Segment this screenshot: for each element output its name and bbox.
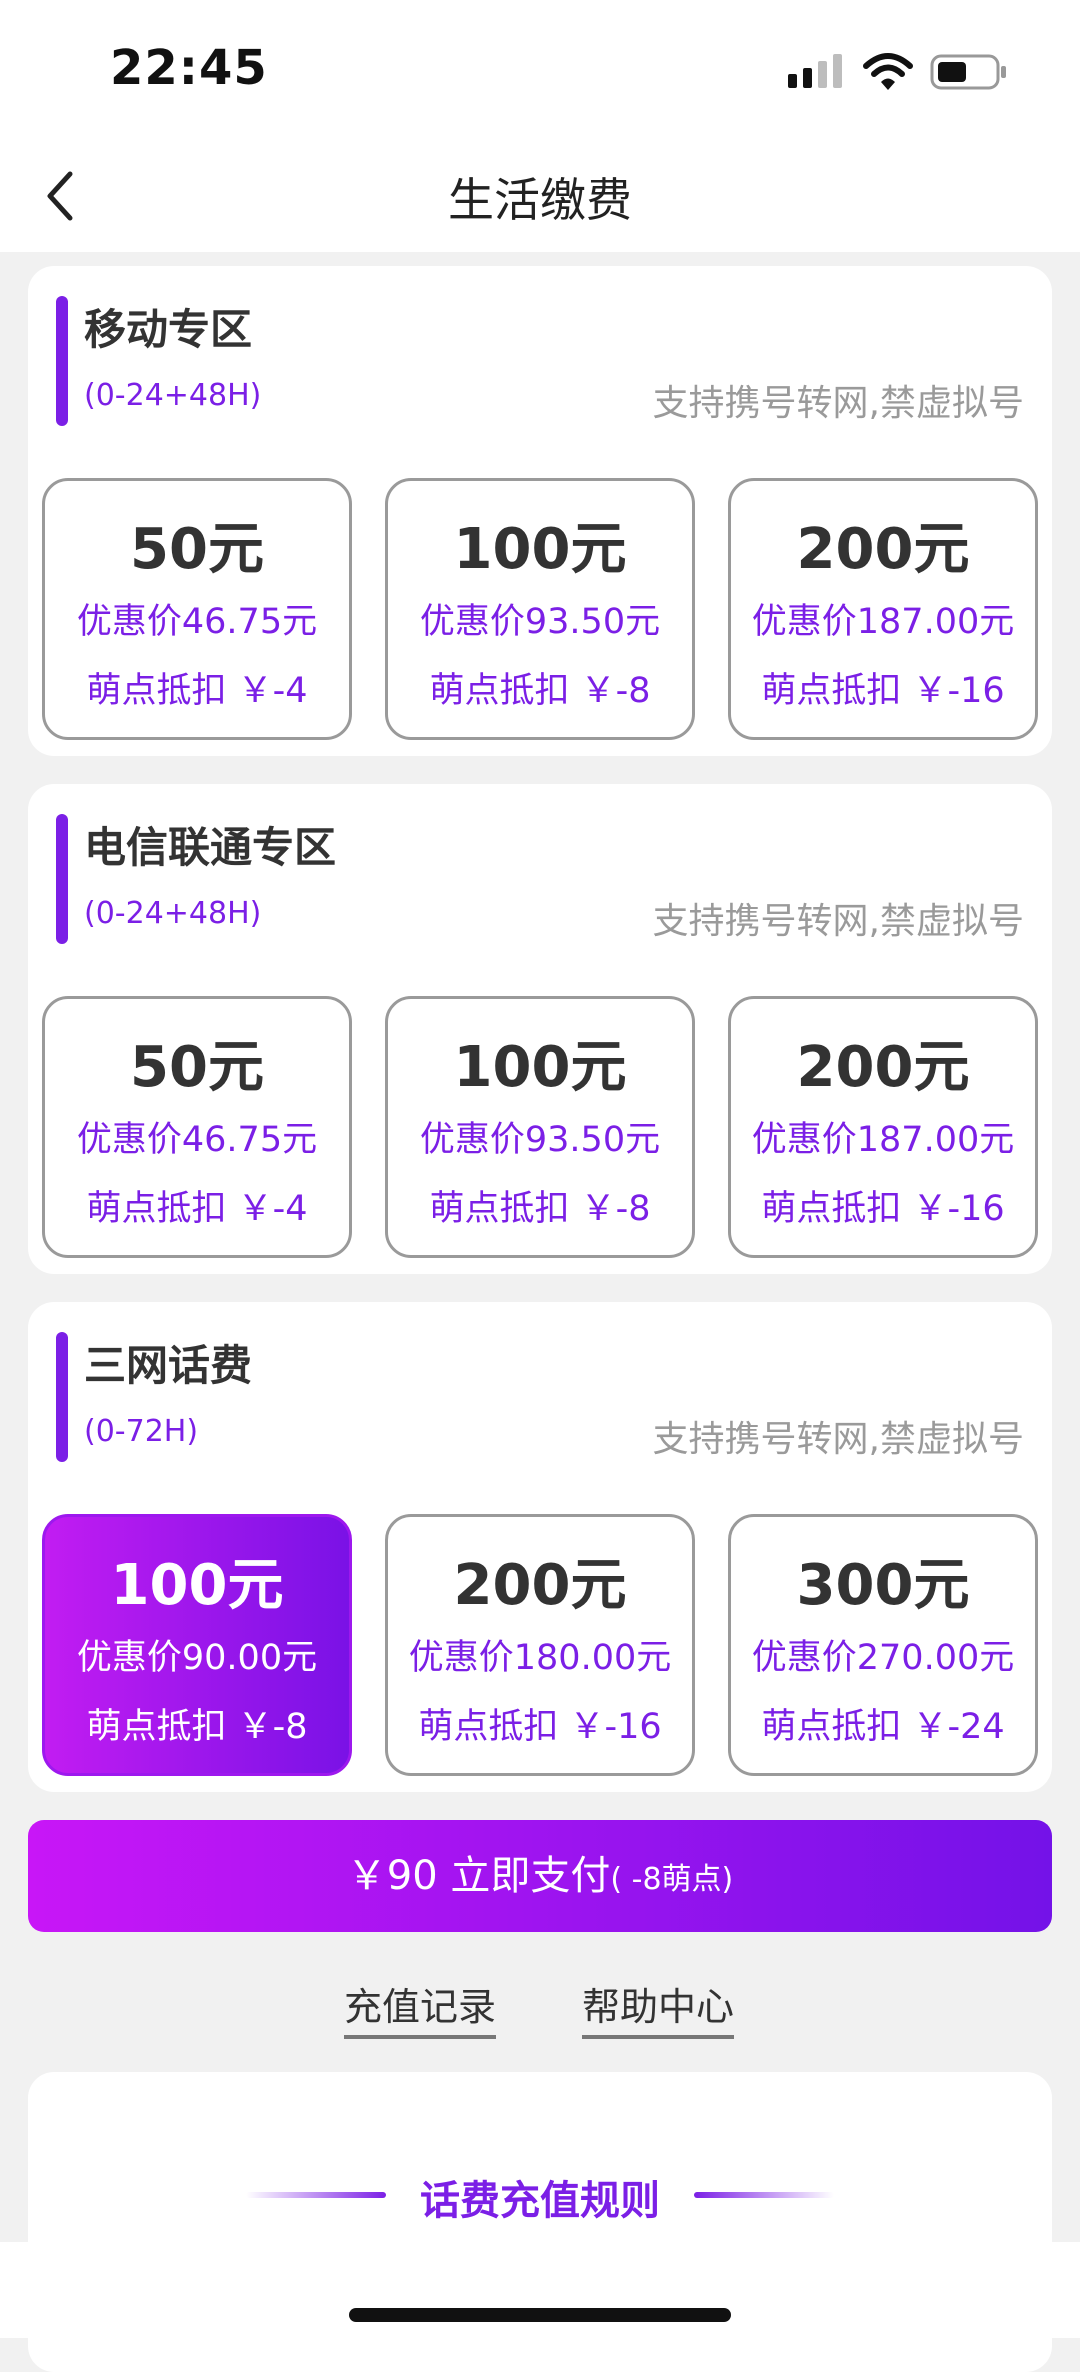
help-center-link[interactable]: 帮助中心 bbox=[582, 1976, 735, 2039]
recharge-option-card[interactable]: 300元 优惠价270.00元 萌点抵扣 ￥-24 bbox=[728, 1514, 1038, 1776]
section-note: 支持携号转网,禁虚拟号 bbox=[652, 1419, 1024, 1460]
cellular-signal-icon bbox=[788, 54, 842, 88]
battery-icon bbox=[930, 54, 1006, 90]
section-accent-bar bbox=[56, 814, 68, 944]
option-price: 优惠价187.00元 bbox=[751, 1119, 1015, 1160]
option-points: 萌点抵扣 ￥-8 bbox=[86, 1706, 308, 1747]
option-price: 优惠价180.00元 bbox=[408, 1637, 672, 1678]
section-time-range: (0-24+48H) bbox=[84, 896, 262, 931]
option-amount: 100元 bbox=[453, 517, 627, 582]
recharge-option-card[interactable]: 200元 优惠价180.00元 萌点抵扣 ￥-16 bbox=[385, 1514, 695, 1776]
section-note: 支持携号转网,禁虚拟号 bbox=[652, 383, 1024, 424]
option-points: 萌点抵扣 ￥-16 bbox=[418, 1706, 662, 1747]
page-title: 生活缴费 bbox=[448, 173, 632, 227]
recharge-option-card[interactable]: 50元 优惠价46.75元 萌点抵扣 ￥-4 bbox=[42, 478, 352, 740]
section-accent-bar bbox=[56, 1332, 68, 1462]
option-price: 优惠价46.75元 bbox=[76, 601, 318, 642]
section-note: 支持携号转网,禁虚拟号 bbox=[652, 901, 1024, 942]
option-amount: 50元 bbox=[130, 517, 264, 582]
option-points: 萌点抵扣 ￥-4 bbox=[86, 670, 308, 711]
section-all-networks: 三网话费 (0-72H) 支持携号转网,禁虚拟号 100元 优惠价90.00元 … bbox=[28, 1302, 1052, 1792]
pay-button-points-note: ( -8萌点) bbox=[610, 1862, 734, 1897]
section-title: 移动专区 bbox=[84, 305, 253, 354]
rules-title: 话费充值规则 bbox=[420, 2178, 660, 2224]
recharge-option-card[interactable]: 200元 优惠价187.00元 萌点抵扣 ￥-16 bbox=[728, 478, 1038, 740]
home-indicator[interactable] bbox=[349, 2308, 731, 2322]
option-points: 萌点抵扣 ￥-4 bbox=[86, 1188, 308, 1229]
pay-button-label: ￥90 立即支付 bbox=[346, 1853, 611, 1899]
option-amount: 300元 bbox=[796, 1553, 970, 1618]
option-amount: 200元 bbox=[453, 1553, 627, 1618]
section-mobile: 移动专区 (0-24+48H) 支持携号转网,禁虚拟号 50元 优惠价46.75… bbox=[28, 266, 1052, 756]
option-price: 优惠价187.00元 bbox=[751, 601, 1015, 642]
recharge-option-card-selected[interactable]: 100元 优惠价90.00元 萌点抵扣 ￥-8 bbox=[42, 1514, 352, 1776]
section-title: 三网话费 bbox=[84, 1341, 253, 1390]
navigation-bar: 生活缴费 bbox=[0, 140, 1080, 252]
recharge-option-card[interactable]: 100元 优惠价93.50元 萌点抵扣 ￥-8 bbox=[385, 996, 695, 1258]
option-amount: 50元 bbox=[130, 1035, 264, 1100]
pay-now-button[interactable]: ￥90 立即支付( -8萌点) bbox=[28, 1820, 1052, 1932]
status-bar: 22:45 bbox=[0, 0, 1080, 140]
recharge-option-card[interactable]: 50元 优惠价46.75元 萌点抵扣 ￥-4 bbox=[42, 996, 352, 1258]
section-telecom-unicom: 电信联通专区 (0-24+48H) 支持携号转网,禁虚拟号 50元 优惠价46.… bbox=[28, 784, 1052, 1274]
recharge-option-card[interactable]: 100元 优惠价93.50元 萌点抵扣 ￥-8 bbox=[385, 478, 695, 740]
option-points: 萌点抵扣 ￥-16 bbox=[761, 1188, 1005, 1229]
section-time-range: (0-24+48H) bbox=[84, 378, 262, 413]
rules-divider-right bbox=[694, 2192, 834, 2198]
option-points: 萌点抵扣 ￥-24 bbox=[761, 1706, 1005, 1747]
section-accent-bar bbox=[56, 296, 68, 426]
option-amount: 100元 bbox=[110, 1553, 284, 1618]
status-time: 22:45 bbox=[110, 40, 268, 96]
option-points: 萌点抵扣 ￥-16 bbox=[761, 670, 1005, 711]
option-amount: 200元 bbox=[796, 517, 970, 582]
option-price: 优惠价93.50元 bbox=[419, 601, 661, 642]
option-amount: 100元 bbox=[453, 1035, 627, 1100]
home-indicator-area bbox=[0, 2242, 1080, 2338]
option-price: 优惠价46.75元 bbox=[76, 1119, 318, 1160]
recharge-records-link[interactable]: 充值记录 bbox=[344, 1976, 497, 2039]
option-price: 优惠价270.00元 bbox=[751, 1637, 1015, 1678]
recharge-option-card[interactable]: 200元 优惠价187.00元 萌点抵扣 ￥-16 bbox=[728, 996, 1038, 1258]
section-title: 电信联通专区 bbox=[84, 823, 337, 872]
wifi-icon bbox=[863, 53, 913, 90]
option-points: 萌点抵扣 ￥-8 bbox=[429, 670, 651, 711]
option-price: 优惠价93.50元 bbox=[419, 1119, 661, 1160]
option-price: 优惠价90.00元 bbox=[76, 1637, 318, 1678]
option-points: 萌点抵扣 ￥-8 bbox=[429, 1188, 651, 1229]
option-amount: 200元 bbox=[796, 1035, 970, 1100]
section-time-range: (0-72H) bbox=[84, 1414, 199, 1449]
